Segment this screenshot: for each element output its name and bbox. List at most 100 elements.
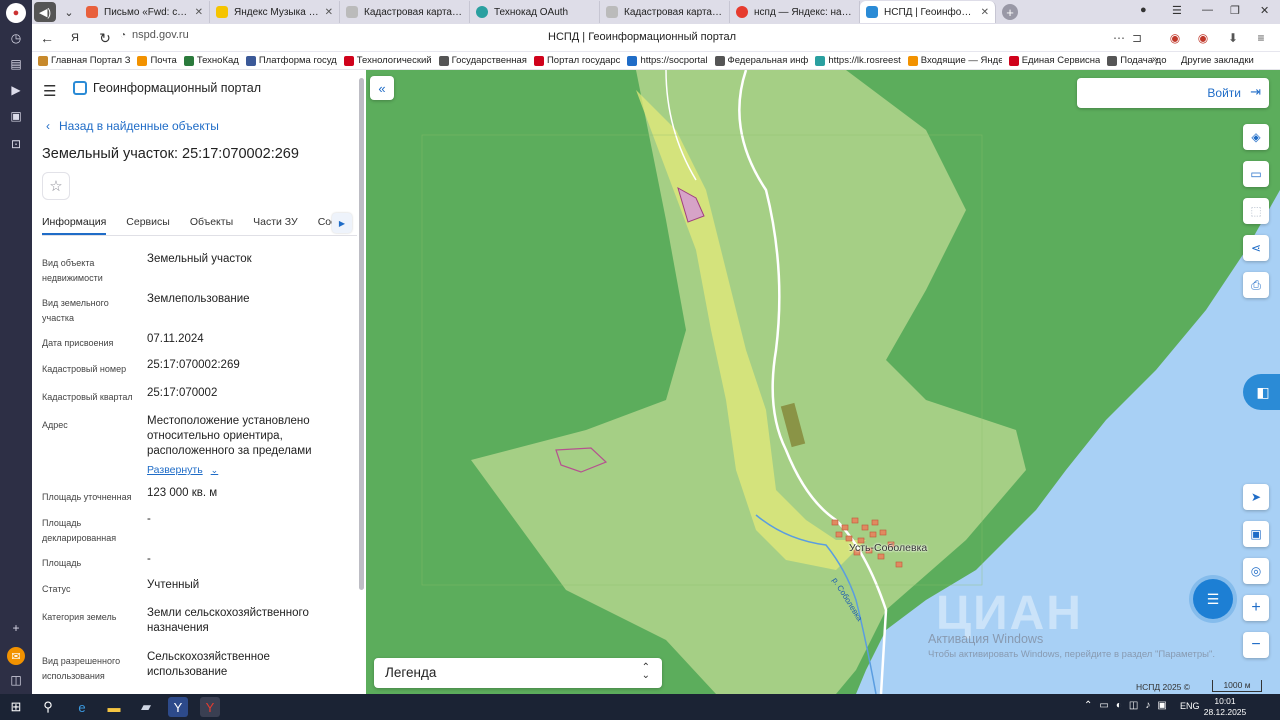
- bookmark-favicon-icon: [245, 55, 256, 66]
- close-tab-icon[interactable]: ✕: [325, 7, 333, 18]
- language-indicator[interactable]: ENG: [1180, 701, 1200, 711]
- tab-music[interactable]: Яндекс Музыка — с ✕: [210, 1, 340, 23]
- back-to-results-link[interactable]: ‹ Назад в найденные объекты: [46, 119, 219, 133]
- tab-cadastral-1[interactable]: Кадастровая карта Сибир: [340, 1, 470, 23]
- tab-cadastral-2[interactable]: Кадастровая карта Сибир: [600, 1, 730, 23]
- bookmark-favicon-icon: [38, 55, 48, 66]
- hamburger-menu-icon[interactable]: ☰: [43, 82, 56, 100]
- layers-icon[interactable]: ◈: [1243, 124, 1269, 150]
- windows-activation-text: Чтобы активировать Windows, перейдите в …: [928, 649, 1215, 660]
- bookmarks-bar-icon[interactable]: ☰: [1172, 4, 1182, 17]
- more-icon[interactable]: ⋯: [1110, 29, 1128, 47]
- bookmark-item[interactable]: https://socportal: [627, 55, 708, 66]
- download-icon[interactable]: ⬇: [1224, 29, 1242, 47]
- bookmark-favicon-icon: [137, 55, 148, 66]
- yandex-home-icon[interactable]: Я: [66, 29, 84, 47]
- system-tray-icons[interactable]: ⌃▭◐◫♪▣: [1084, 700, 1174, 711]
- search-icon[interactable]: ⚲: [38, 697, 58, 717]
- close-tab-icon[interactable]: ✕: [195, 7, 203, 18]
- bookmark-item[interactable]: Главная Портал З: [38, 55, 130, 66]
- bookmark-icon[interactable]: ⊐: [1128, 29, 1146, 47]
- account-icon[interactable]: ●: [1140, 4, 1147, 16]
- map-pin-icon[interactable]: ◎: [1243, 558, 1269, 584]
- tab-technocad[interactable]: Технокад OAuth: [470, 1, 600, 23]
- edge-browser-icon[interactable]: e: [72, 697, 92, 717]
- mail-icon[interactable]: ✉: [7, 647, 25, 665]
- tab-parts[interactable]: Части ЗУ: [253, 210, 298, 235]
- history-icon[interactable]: ◷: [6, 28, 26, 48]
- legend-dropdown[interactable]: Легенда ⌃ ⌄: [374, 658, 662, 688]
- tabs-scroll-right-icon[interactable]: ▶: [332, 213, 352, 233]
- bookmark-item[interactable]: Государственная: [438, 55, 527, 66]
- select-area-icon[interactable]: ⬚: [1243, 198, 1269, 224]
- clock-time[interactable]: 10:01: [1208, 696, 1242, 706]
- panel-scrollbar[interactable]: [359, 78, 364, 590]
- ruler-icon[interactable]: ▭: [1243, 161, 1269, 187]
- file-explorer-icon[interactable]: ▬: [104, 697, 124, 717]
- extension-icon[interactable]: ◉: [1194, 29, 1212, 47]
- collections-icon[interactable]: ▤: [6, 54, 26, 74]
- bookmark-item[interactable]: Единая Сервисна: [1008, 55, 1100, 66]
- bookmark-favicon-icon: [438, 55, 449, 66]
- tab-information[interactable]: Информация: [42, 210, 107, 235]
- tab-services[interactable]: Сервисы: [126, 210, 170, 235]
- menu-icon[interactable]: ≡: [1252, 29, 1270, 47]
- tab-mail[interactable]: Письмо «Fwd: счет за дв✕: [80, 1, 210, 23]
- yandex-browser-icon[interactable]: Y: [200, 697, 220, 717]
- url-field[interactable]: ◔ nspd.gov.ru: [120, 29, 189, 41]
- login-button[interactable]: Войти ⇥: [1077, 78, 1269, 108]
- bookmark-item[interactable]: Портал государс: [533, 55, 620, 66]
- extension-icon[interactable]: ◉: [1166, 29, 1184, 47]
- favorite-star-icon[interactable]: ☆: [42, 172, 70, 200]
- bookmark-item[interactable]: https://lk.rosreest: [815, 55, 901, 66]
- windows-start-icon[interactable]: ⊞: [6, 697, 26, 717]
- map-canvas[interactable]: [366, 70, 1280, 694]
- close-window-icon[interactable]: ✕: [1260, 4, 1269, 17]
- bookmark-favicon-icon: [714, 55, 725, 66]
- restore-icon[interactable]: ❐: [1230, 4, 1240, 17]
- apps-icon[interactable]: ⊡: [6, 134, 26, 154]
- share-icon[interactable]: ⋖: [1243, 235, 1269, 261]
- bookmark-item[interactable]: Почта: [137, 55, 177, 66]
- music-favicon-icon: [216, 6, 228, 18]
- bookmark-favicon-icon: [1008, 55, 1019, 66]
- bookmark-item[interactable]: ТехноКад: [183, 55, 239, 66]
- nspd-favicon-icon: [866, 6, 878, 18]
- bookmarks-more-button[interactable]: »: [1152, 54, 1158, 65]
- bookmark-item[interactable]: Входящие — Янде: [907, 55, 1002, 66]
- chat-icon[interactable]: ☰: [1193, 579, 1233, 619]
- new-tab-button[interactable]: +: [1002, 4, 1018, 20]
- add-panel-icon[interactable]: +: [6, 618, 26, 638]
- files-icon[interactable]: ▰: [136, 697, 156, 717]
- clock-date[interactable]: 28.12.2025: [1199, 707, 1251, 717]
- yandex-app-icon[interactable]: Y: [168, 697, 188, 717]
- tab-nspd-active[interactable]: НСПД | Геоинформаци✕: [860, 1, 996, 23]
- bookmark-favicon-icon: [907, 55, 918, 66]
- print-icon[interactable]: ⎙: [1243, 272, 1269, 298]
- map-view[interactable]: « Войти ⇥ ◈ ▭ ⬚ ⋖ ⎙ ◧ ➤ ▣ ◎ + − ☰ Усть-С…: [366, 70, 1280, 694]
- other-bookmarks-button[interactable]: Другие закладки: [1181, 55, 1254, 66]
- close-tab-icon[interactable]: ✕: [981, 7, 989, 18]
- back-arrow-icon[interactable]: ←: [38, 29, 56, 47]
- extension-panel-icon[interactable]: ◧: [1243, 374, 1280, 410]
- expand-address-link[interactable]: Развернуть ⌄: [147, 464, 218, 476]
- bookmark-item[interactable]: Федеральная инф: [714, 55, 808, 66]
- zoom-out-button[interactable]: −: [1243, 632, 1269, 658]
- collapse-panel-icon[interactable]: «: [370, 76, 394, 100]
- minimize-icon[interactable]: —: [1202, 4, 1213, 16]
- tab-objects[interactable]: Объекты: [190, 210, 233, 235]
- calendar-icon[interactable]: ▣: [6, 106, 26, 126]
- reload-icon[interactable]: ↻: [96, 29, 114, 47]
- video-icon[interactable]: ▶: [6, 80, 26, 100]
- tabs-menu-icon[interactable]: ⌄: [58, 2, 80, 22]
- panel-settings-icon[interactable]: ◫: [6, 670, 26, 690]
- zoom-in-button[interactable]: +: [1243, 595, 1269, 621]
- profile-avatar[interactable]: ●: [6, 3, 26, 23]
- tab-yandex-search[interactable]: нспд — Яндекс: нашлось: [730, 1, 860, 23]
- sound-icon[interactable]: ◀): [34, 2, 56, 22]
- bookmark-favicon-icon: [627, 55, 638, 66]
- geolocation-icon[interactable]: ➤: [1243, 484, 1269, 510]
- bookmark-item[interactable]: Технологический: [343, 55, 432, 66]
- minimap-icon[interactable]: ▣: [1243, 521, 1269, 547]
- bookmark-item[interactable]: Платформа госуд: [245, 55, 337, 66]
